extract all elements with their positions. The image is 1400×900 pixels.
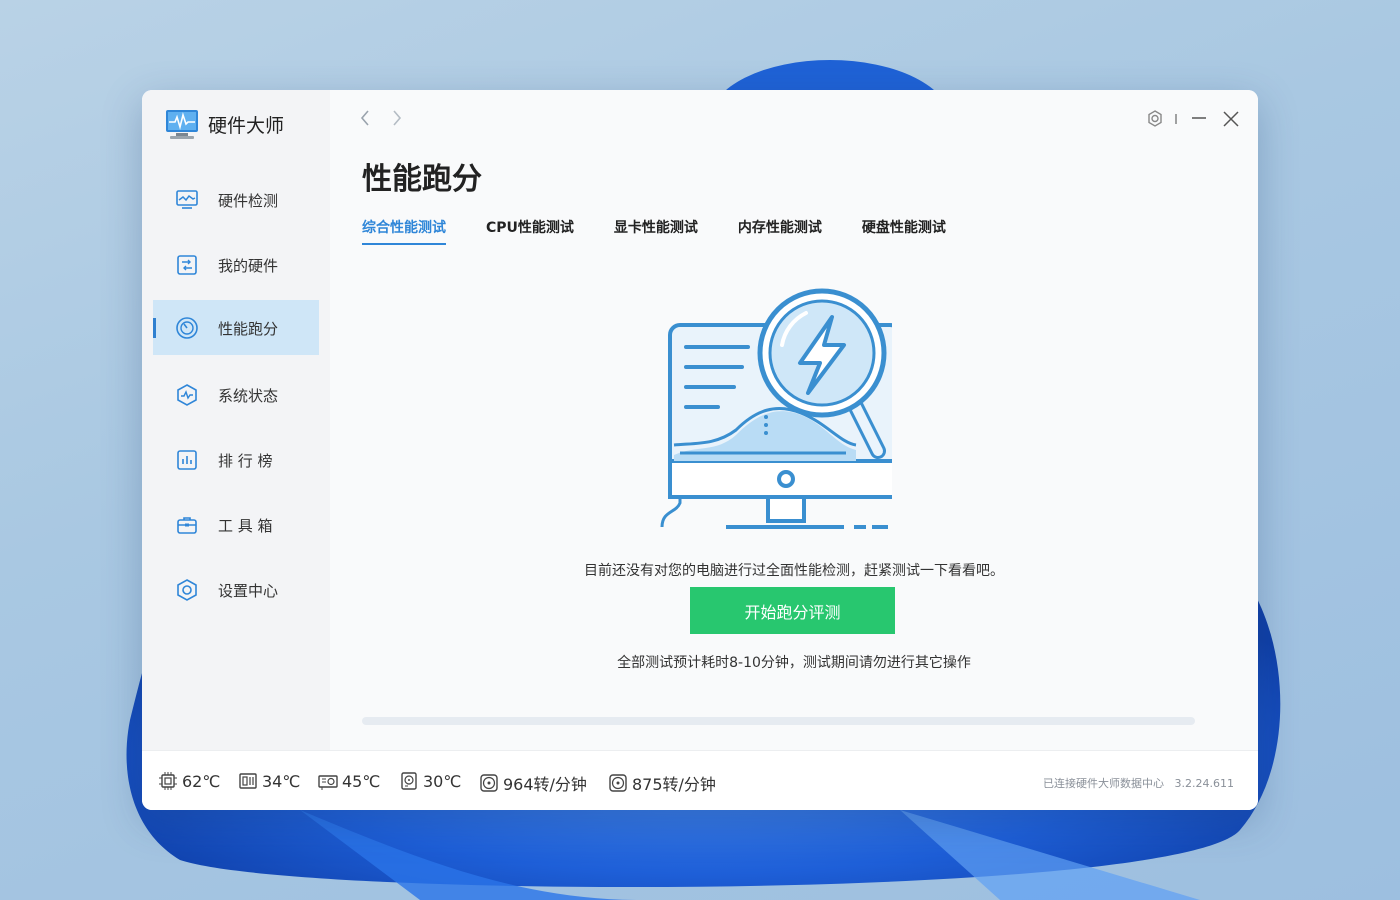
- gear-icon[interactable]: [1144, 108, 1166, 130]
- version-text: 3.2.24.611: [1174, 777, 1234, 790]
- sidebar-item-label: 排 行 榜: [218, 452, 273, 470]
- app-name: 硬件大师: [208, 114, 285, 137]
- sidebar-item-label: 我的硬件: [218, 257, 279, 275]
- fan-speed-1: 964转/分钟: [479, 771, 587, 795]
- cpu-temp: 62℃: [158, 771, 220, 791]
- sidebar-item-label: 系统状态: [218, 387, 279, 405]
- sidebar-item-system-status[interactable]: 系统状态: [153, 367, 319, 422]
- monitor-magnifier-lightning-icon: [660, 288, 892, 529]
- sidebar-item-toolbox[interactable]: 工 具 箱: [153, 497, 319, 552]
- brand: 硬件大师: [164, 106, 284, 142]
- hexagon-pulse-icon: [177, 384, 197, 406]
- toolbox-icon: [177, 517, 197, 534]
- no-benchmark-message: 目前还没有对您的电脑进行过全面性能检测，赶紧测试一下看看吧。: [584, 563, 1004, 579]
- disk-temp: 30℃: [399, 771, 461, 791]
- tab-memory[interactable]: 内存性能测试: [738, 217, 822, 245]
- disk-icon: [401, 772, 417, 790]
- tab-bar: 综合性能测试 CPU性能测试 显卡性能测试 内存性能测试 硬盘性能测试: [362, 217, 986, 245]
- connection-text: 已连接硬件大师数据中心: [1043, 777, 1165, 790]
- duration-note: 全部测试预计耗时8-10分钟，测试期间请勿进行其它操作: [617, 655, 971, 671]
- sidebar-item-settings[interactable]: 设置中心: [153, 562, 319, 617]
- hexagon-settings-icon: [177, 579, 197, 601]
- sidebar-item-label: 设置中心: [218, 582, 279, 600]
- close-icon[interactable]: [1220, 108, 1242, 130]
- sidebar-item-ranking[interactable]: 排 行 榜: [153, 432, 319, 487]
- stat-value: 45℃: [342, 771, 381, 791]
- main-content: 性能跑分 综合性能测试 CPU性能测试 显卡性能测试 内存性能测试 硬盘性能测试: [330, 90, 1258, 750]
- connection-status: 已连接硬件大师数据中心 3.2.24.611: [1043, 775, 1234, 791]
- tab-gpu[interactable]: 显卡性能测试: [614, 217, 698, 245]
- separator-divider: [1175, 114, 1177, 124]
- gpu-temp: 45℃: [318, 771, 380, 791]
- chevron-right-icon[interactable]: [390, 108, 404, 133]
- motherboard-temp: 34℃: [238, 771, 300, 791]
- stat-value: 34℃: [262, 771, 301, 791]
- tab-cpu[interactable]: CPU性能测试: [486, 217, 574, 245]
- start-benchmark-button[interactable]: 开始跑分评测: [690, 587, 895, 634]
- fan-icon: [609, 774, 627, 792]
- tab-overall[interactable]: 综合性能测试: [362, 217, 446, 245]
- sidebar-item-hardware-detect[interactable]: 硬件检测: [153, 172, 319, 227]
- sidebar-item-my-hardware[interactable]: 我的硬件: [153, 237, 319, 292]
- hardware-chip-icon: [177, 255, 197, 275]
- fan-icon: [480, 774, 498, 792]
- speedometer-icon: [176, 317, 198, 339]
- sidebar-item-benchmark[interactable]: 性能跑分: [153, 300, 319, 355]
- benchmark-progress-bar: [362, 717, 1195, 725]
- sidebar-item-label: 硬件检测: [218, 192, 279, 210]
- gpu-icon: [318, 775, 338, 790]
- stat-value: 30℃: [423, 771, 462, 791]
- tab-disk[interactable]: 硬盘性能测试: [862, 217, 946, 245]
- app-window: 硬件大师 硬件检测 我的硬件 性能跑分 系统状态 排 行 榜 工 具 箱 设置中…: [142, 90, 1258, 810]
- status-bar: 62℃ 34℃ 45℃ 30℃ 964转/分钟 875转/分钟 已连接硬件大师数…: [142, 750, 1258, 810]
- motherboard-icon: [239, 773, 257, 789]
- sidebar-item-label: 性能跑分: [218, 320, 279, 338]
- fan-speed-2: 875转/分钟: [608, 771, 716, 795]
- stat-value: 964转/分钟: [503, 775, 587, 794]
- sidebar: 硬件大师 硬件检测 我的硬件 性能跑分 系统状态 排 行 榜 工 具 箱 设置中…: [142, 90, 330, 750]
- page-title: 性能跑分: [362, 162, 482, 197]
- bar-chart-icon: [177, 450, 197, 470]
- monitor-pulse-icon: [166, 110, 198, 139]
- stat-value: 875转/分钟: [632, 775, 716, 794]
- minimize-icon[interactable]: [1188, 108, 1210, 130]
- monitor-wave-icon: [176, 190, 198, 209]
- sidebar-item-label: 工 具 箱: [218, 517, 273, 535]
- chevron-left-icon[interactable]: [358, 108, 372, 133]
- cpu-icon: [159, 772, 177, 790]
- stat-value: 62℃: [182, 771, 221, 791]
